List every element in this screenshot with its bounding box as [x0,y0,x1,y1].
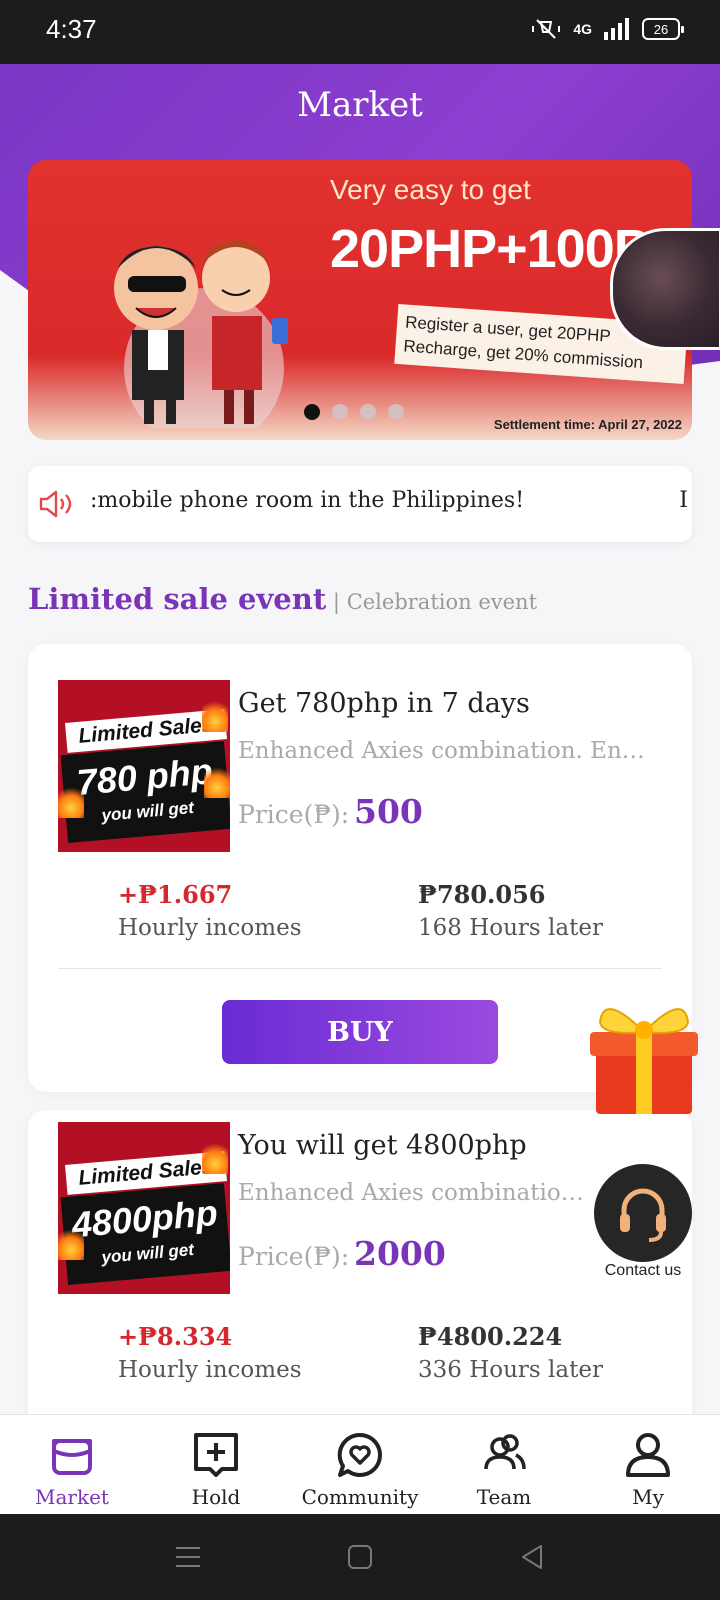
tab-community[interactable]: Community [288,1415,432,1514]
community-icon [337,1432,382,1477]
product-thumbnail: Limited Sales 4800php you will get [58,1122,230,1294]
team-icon [484,1434,526,1470]
contact-us-label: Contact us [604,1262,682,1279]
section-title: Limited sale event [28,582,327,616]
price-label: Price(₱): [238,1242,350,1271]
total-return-value: ₱4800.224 [418,1322,563,1351]
product-price: 500 [354,792,423,831]
home-icon[interactable] [345,1542,375,1572]
hourly-income-value: +₱8.334 [118,1322,233,1351]
tab-label: Hold [191,1485,241,1509]
product-price: 2000 [354,1234,446,1273]
network-type: 4G [573,21,592,37]
gift-icon[interactable] [586,990,702,1118]
tab-label: Team [476,1485,532,1509]
banner-settlement: Settlement time: April 27, 2022 [493,417,682,432]
product-name: You will get 4800php [238,1130,527,1161]
total-return-stat: ₱4800.224 336 Hours later [418,1322,603,1383]
total-return-stat: ₱780.056 168 Hours later [418,880,603,941]
flame-icon [202,1140,228,1174]
battery-level: 26 [653,21,669,37]
page-title: Market [297,85,423,125]
hourly-income-label: Hourly incomes [118,915,302,941]
card-divider [58,968,662,969]
headset-icon [620,1188,666,1242]
tab-label: My [632,1485,664,1509]
hourly-income-value: +₱1.667 [118,880,233,909]
carousel-dot[interactable] [304,404,320,420]
system-nav-bar [0,1514,720,1600]
product-description: Enhanced Axies combination E [238,1180,598,1206]
thumbnail-band: 4800php you will get [60,1183,230,1285]
notice-text-tail: I [679,488,688,513]
my-icon [626,1433,670,1477]
total-return-value: ₱780.056 [418,880,546,909]
back-icon[interactable] [517,1542,547,1572]
product-name: Get 780php in 7 days [238,688,530,719]
hourly-income-stat: +₱1.667 Hourly incomes [118,880,302,941]
tab-hold[interactable]: Hold [144,1415,288,1514]
menu-icon[interactable] [173,1542,203,1572]
tab-label: Market [35,1485,109,1509]
status-icons: 4G 26 [531,16,684,42]
floating-avatar[interactable] [610,228,720,350]
price-label: Price(₱): [238,800,350,829]
notice-bar: :mobile phone room in the Philippines! I [28,466,692,542]
carousel-dot[interactable] [388,404,404,420]
hourly-income-label: Hourly incomes [118,1357,302,1383]
flame-icon [202,698,228,732]
market-icon [52,1439,92,1475]
status-bar: 4:37 4G 26 [0,0,720,64]
mute-vibrate-icon [532,19,561,39]
section-subtitle[interactable]: Celebration event [347,590,537,614]
banner-illustration [114,240,288,428]
battery-icon: 26 [642,18,684,40]
total-return-label: 336 Hours later [418,1357,603,1383]
section-heading: Limited sale event | Celebration event [28,582,537,616]
hourly-income-stat: +₱8.334 Hourly incomes [118,1322,302,1383]
promo-banner[interactable]: Very easy to get 20PHP+100PH Register a … [28,160,692,440]
carousel-dots [304,404,404,420]
section-separator: | [326,590,347,614]
signal-icon [604,18,629,40]
product-description: Enhanced Axies combination. Enh... [238,738,648,764]
tab-my[interactable]: My [576,1415,720,1514]
carousel-dot[interactable] [360,404,376,420]
tab-label: Community [301,1485,419,1509]
speaker-icon [39,490,72,518]
flame-icon [58,784,84,818]
notice-text: :mobile phone room in the Philippines! [90,488,525,513]
buy-button[interactable]: BUY [222,1000,498,1064]
banner-heading: Very easy to get [330,174,531,205]
bottom-tab-bar: Market Hold Community Team My [0,1414,720,1514]
product-thumbnail: Limited Sales 780 php you will get [58,680,230,852]
carousel-dot[interactable] [332,404,348,420]
total-return-label: 168 Hours later [418,915,603,941]
hold-icon [194,1433,238,1477]
flame-icon [204,764,230,798]
contact-us-button[interactable] [594,1164,692,1262]
tab-market[interactable]: Market [0,1415,144,1514]
tab-team[interactable]: Team [432,1415,576,1514]
flame-icon [58,1226,84,1260]
status-time: 4:37 [46,14,97,44]
